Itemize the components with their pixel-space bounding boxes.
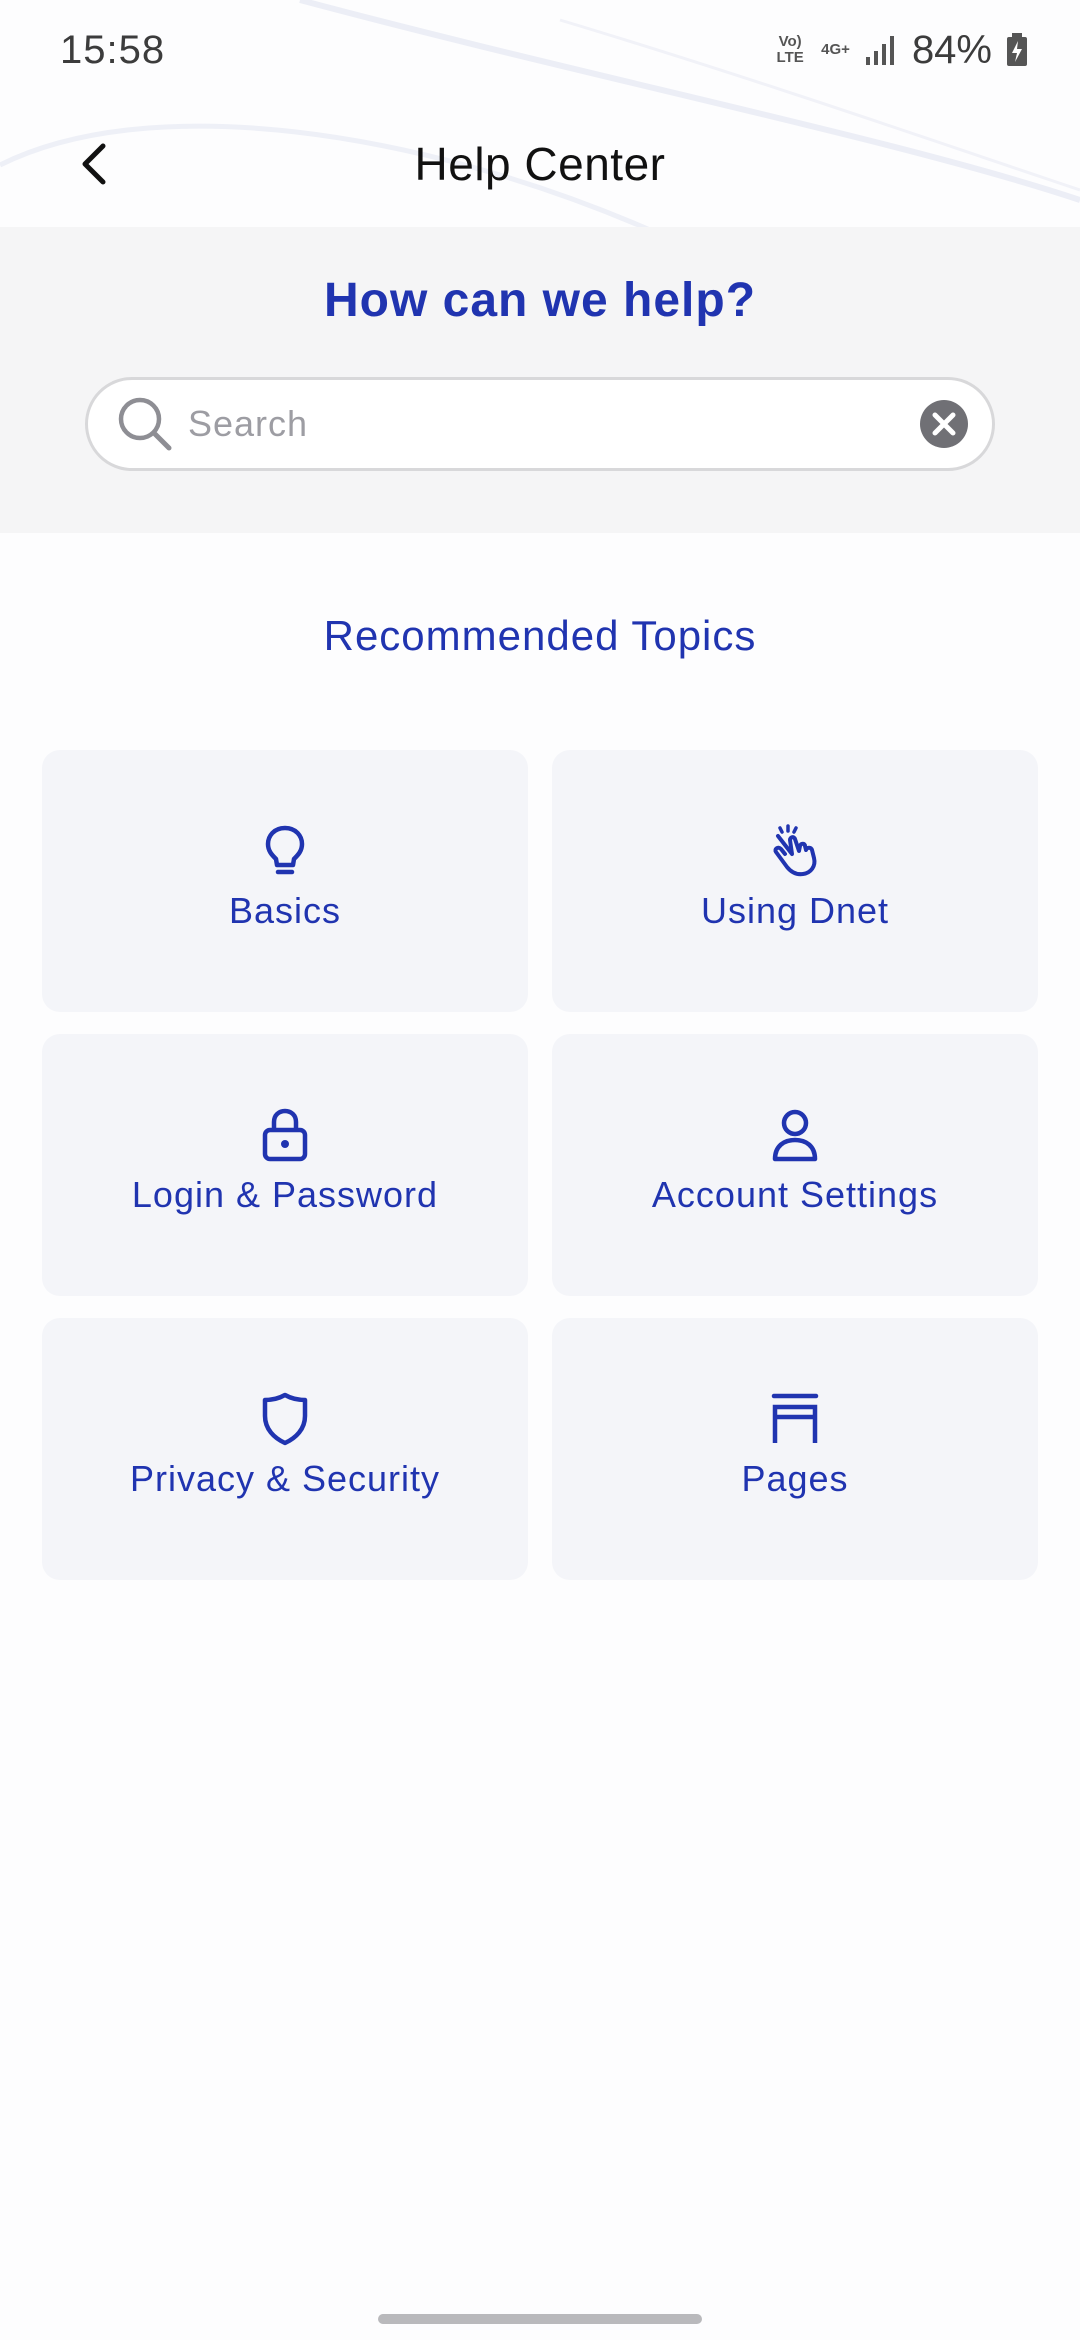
topic-label: Login & Password (131, 1174, 439, 1215)
topic-label: Account Settings (651, 1174, 939, 1215)
recommended-topics-heading: Recommended Topics (323, 612, 757, 659)
network-type-indicator: 4G+ (821, 41, 850, 58)
topic-card-pages[interactable]: Pages (552, 1318, 1038, 1580)
topic-card-account-settings[interactable]: Account Settings (552, 1034, 1038, 1296)
status-bar: 15:58 Vo) LTE 4G+ 84% (0, 0, 1080, 100)
app-bar: Help Center (0, 100, 1080, 228)
chevron-left-icon (82, 143, 106, 185)
topic-card-using-dnet[interactable]: Using Dnet (552, 750, 1038, 1012)
hand-tap-icon (773, 824, 817, 877)
page-title: Help Center (414, 138, 666, 190)
status-time: 15:58 (60, 27, 166, 72)
home-indicator[interactable] (378, 2314, 702, 2324)
clear-icon[interactable] (918, 398, 970, 450)
status-icons: Vo) LTE 4G+ 84% (773, 28, 1028, 73)
battery-percentage: 84% (911, 27, 992, 72)
topic-card-basics[interactable]: Basics (42, 750, 528, 1012)
topic-label: Pages (741, 1458, 849, 1499)
topic-grid: Basics Using Dnet Login & Password Accou… (42, 750, 1038, 1580)
battery-charging-icon (1007, 33, 1027, 66)
pages-icon (771, 1393, 819, 1443)
user-icon (772, 1109, 818, 1162)
help-center-screen: 15:58 Vo) LTE 4G+ 84% Help Center How ca… (0, 0, 1080, 2340)
shield-icon (262, 1392, 308, 1446)
back-button[interactable] (56, 124, 136, 204)
topic-label: Privacy & Security (129, 1458, 441, 1499)
topic-card-privacy-security[interactable]: Privacy & Security (42, 1318, 528, 1580)
help-header: How can we help? (0, 227, 1080, 533)
help-question-heading: How can we help? (323, 274, 757, 327)
lightbulb-icon (265, 825, 305, 875)
volte-indicator: Vo) LTE (776, 33, 804, 66)
signal-icon (865, 36, 894, 65)
search-input[interactable] (188, 403, 918, 445)
topic-label: Basics (228, 890, 342, 931)
topic-card-login-password[interactable]: Login & Password (42, 1034, 528, 1296)
search-icon (118, 397, 172, 451)
search-box[interactable] (85, 377, 995, 471)
topic-label: Using Dnet (700, 890, 890, 931)
lock-icon (262, 1108, 308, 1162)
